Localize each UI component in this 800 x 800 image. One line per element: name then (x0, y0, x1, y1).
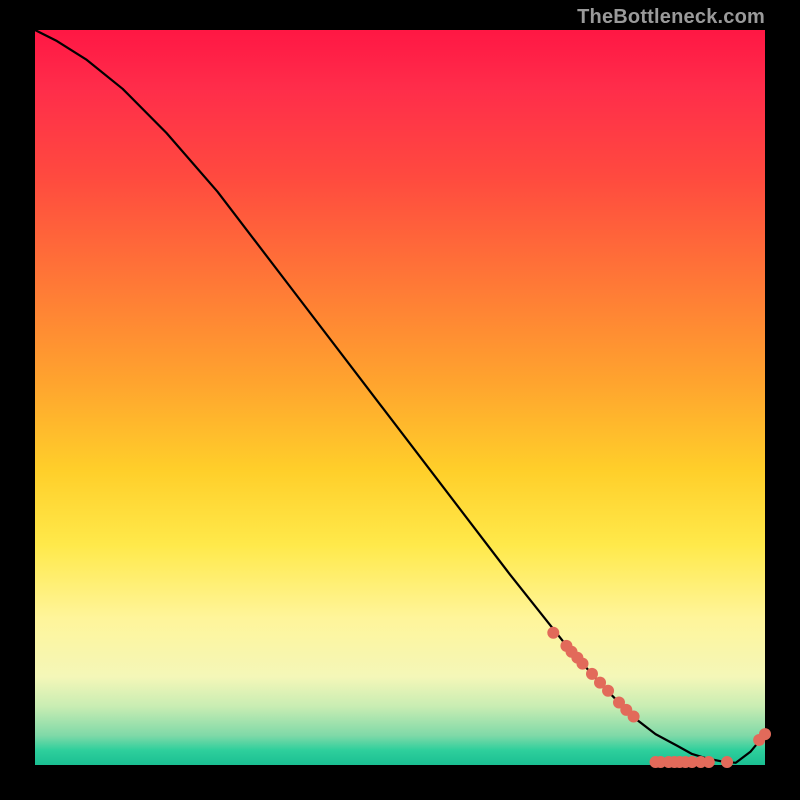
marker-point (602, 685, 614, 697)
marker-point (721, 756, 733, 768)
plot-area (35, 30, 765, 765)
watermark-text: TheBottleneck.com (577, 6, 765, 29)
scatter-markers (547, 627, 771, 768)
marker-point (759, 728, 771, 740)
plot-svg (35, 30, 765, 765)
marker-point (628, 710, 640, 722)
marker-point (586, 668, 598, 680)
chart-stage: TheBottleneck.com (0, 0, 800, 800)
marker-point (703, 756, 715, 768)
curve-path (35, 30, 765, 763)
marker-point (547, 627, 559, 639)
marker-point (577, 658, 589, 670)
